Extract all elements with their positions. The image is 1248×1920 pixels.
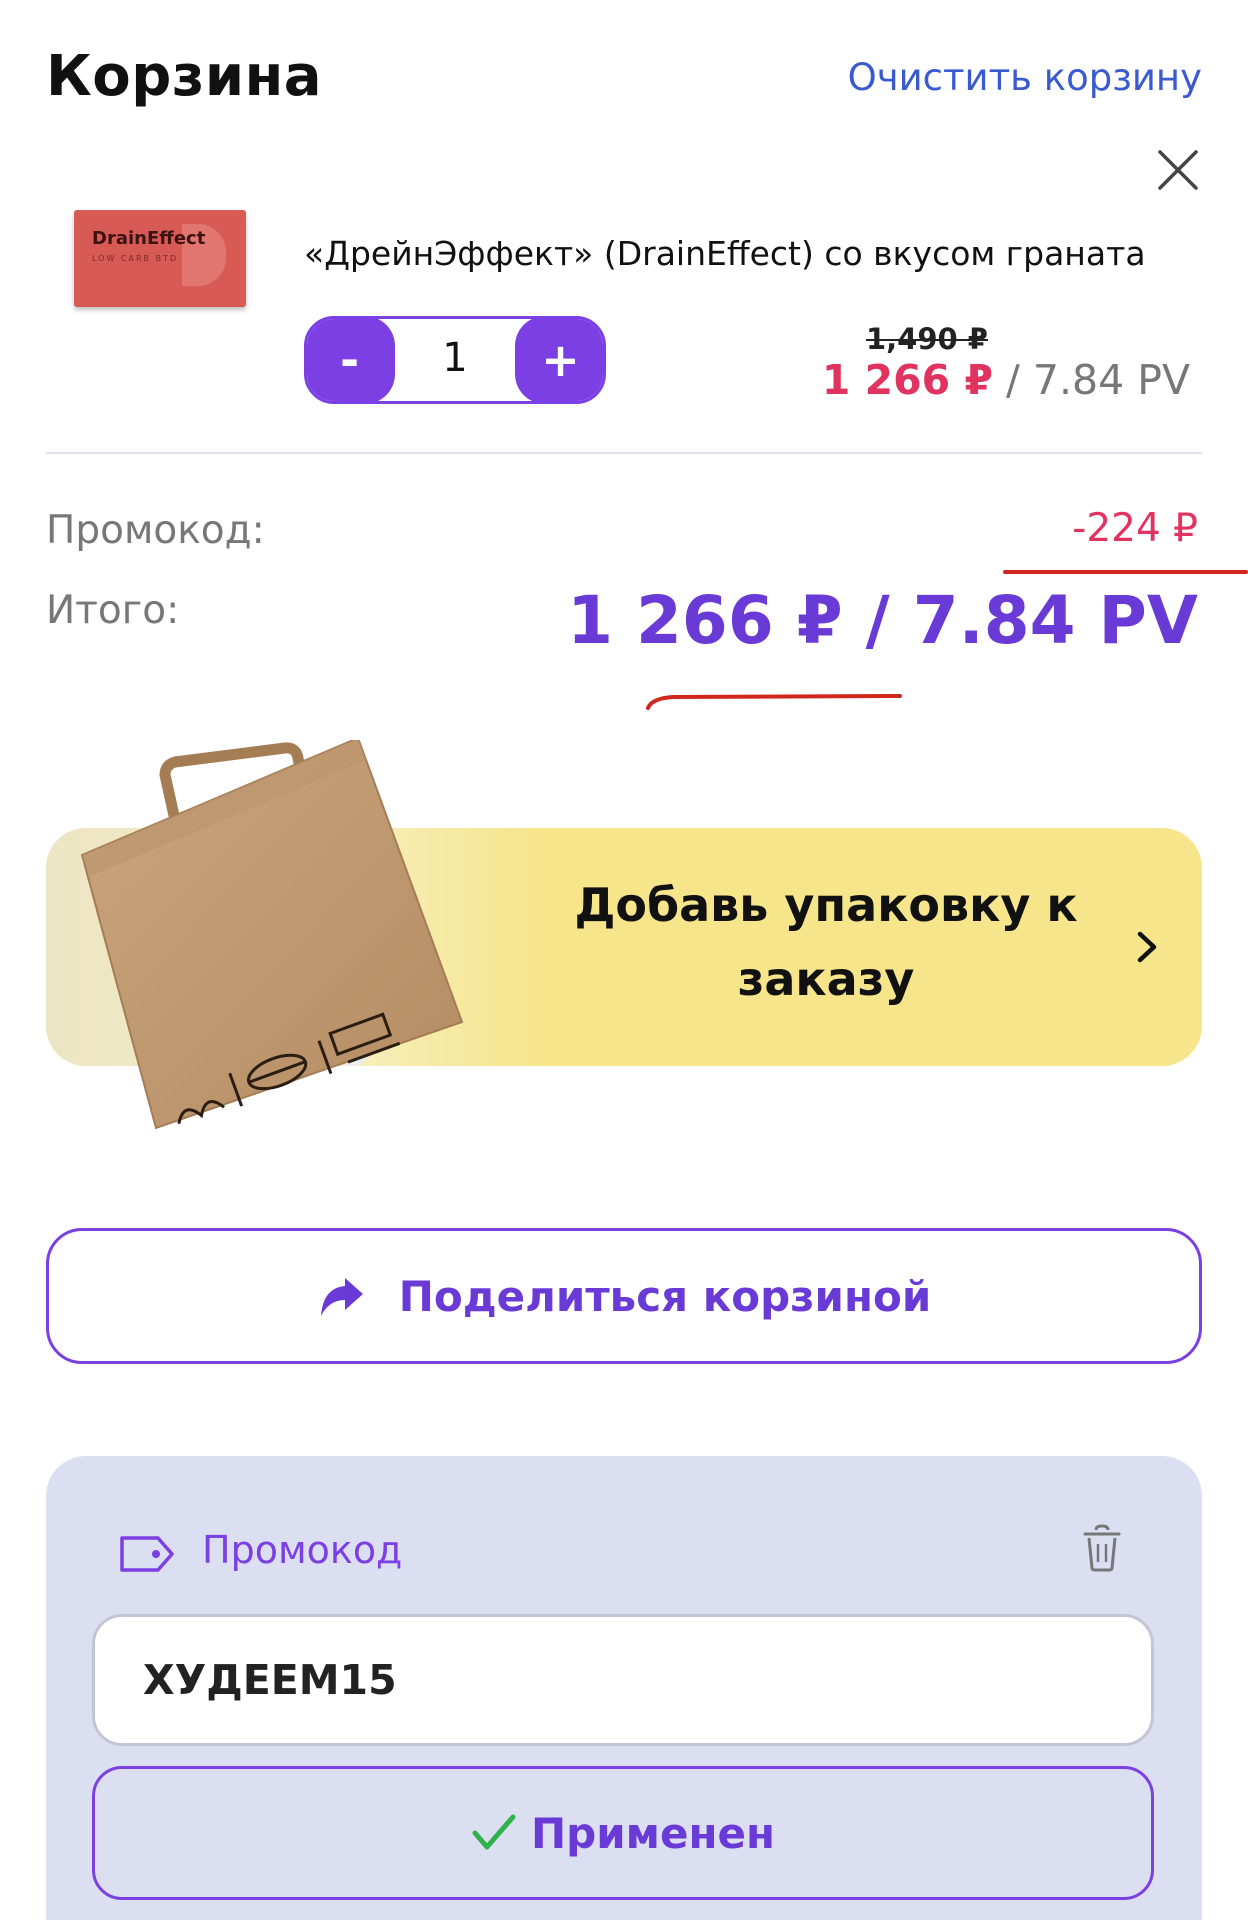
current-price: 1 266 ₽ / 7.84 PV [822,356,1190,404]
promo-code-label: Промокод [202,1528,403,1572]
divider [46,452,1202,454]
quantity-value[interactable]: 1 [395,335,515,381]
close-icon[interactable] [1154,146,1202,194]
promo-summary-label: Промокод: [46,508,265,553]
product-name[interactable]: «ДрейнЭффект» (DrainEffect) со вкусом гр… [304,234,1146,273]
product-thumbnail[interactable]: DrainEffect LOW CARB BTD [74,210,246,307]
promo-code-input[interactable] [92,1614,1154,1746]
increase-quantity-button[interactable]: + [515,319,603,401]
quantity-stepper: - 1 + [304,316,606,404]
apply-promo-button[interactable]: Применен [92,1766,1154,1900]
trash-icon[interactable] [1082,1524,1122,1572]
annotation-underline [646,694,902,710]
share-cart-label: Поделиться корзиной [398,1271,932,1321]
total-value: 1 266 ₽ / 7.84 PV [567,582,1198,659]
item-pv: 7.84 PV [1032,356,1190,404]
total-label: Итого: [46,588,180,633]
check-icon [472,1814,516,1850]
thumbnail-subtitle: LOW CARB BTD [92,254,179,263]
old-price: 1,490 ₽ [865,322,988,356]
page-title: Корзина [46,44,323,109]
decrease-quantity-button[interactable]: - [307,319,395,401]
paper-bag-image [80,740,464,1130]
banner-text: Добавь упаковку к заказу [574,878,1078,1006]
promo-code-panel: Промокод Применен [46,1456,1202,1920]
price-separator: / [993,356,1033,404]
annotation-underline [1003,570,1248,574]
apply-promo-label: Применен [531,1808,775,1858]
share-cart-button[interactable]: Поделиться корзиной [46,1228,1202,1364]
thumbnail-brand: DrainEffect [92,228,206,249]
share-arrow-icon [320,1278,363,1316]
discounted-price: 1 266 ₽ [821,356,994,404]
chevron-right-icon [1137,931,1157,963]
clear-cart-link[interactable]: Очистить корзину [848,56,1202,99]
promo-tag-icon [120,1536,174,1572]
promo-discount-value: -224 ₽ [1072,506,1198,551]
